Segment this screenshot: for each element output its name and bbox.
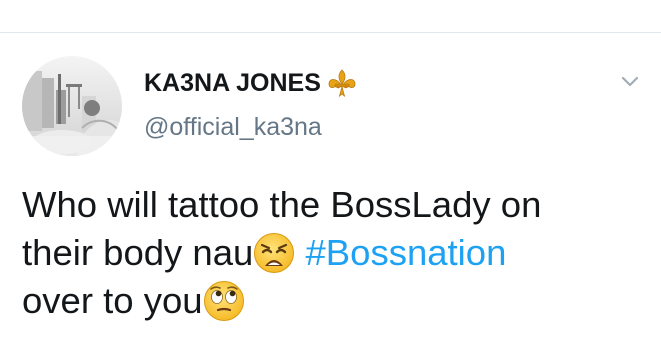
weary-face-emoji-icon [253,232,295,274]
tweet-line-1: Who will tattoo the BossLady on [22,184,542,225]
tweet-line-2-text: their body nau [22,232,254,273]
tweet-line-3: over to you [22,277,652,325]
rolling-eyes-emoji-icon [203,280,245,322]
tweet-line-2: their body nau #Bossnation [22,229,652,277]
chevron-down-icon [621,76,639,86]
tweet-line-3-text: over to you [22,280,203,321]
fleur-de-lis-icon [327,68,357,98]
author-name-row: KA3NA JONES [144,66,357,100]
top-divider [0,32,661,33]
tweet-menu-button[interactable] [615,66,645,96]
hashtag-link[interactable]: #Bossnation [306,232,507,273]
tweet-text: Who will tattoo the BossLady on their bo… [22,181,652,325]
display-name[interactable]: KA3NA JONES [144,69,321,98]
author-handle[interactable]: @official_ka3na [144,113,322,142]
avatar[interactable] [22,56,122,156]
